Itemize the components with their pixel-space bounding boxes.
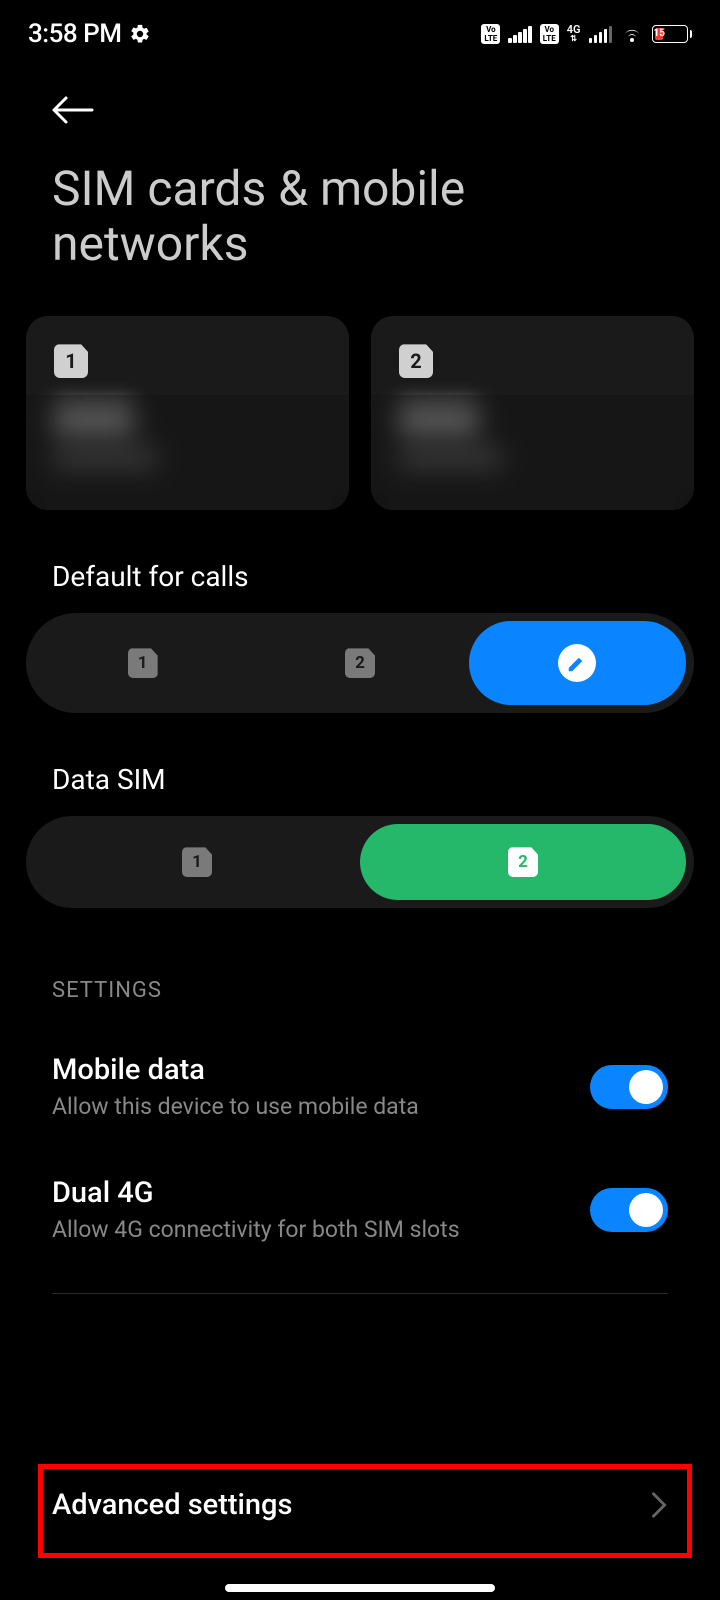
default-calls-sim1[interactable]: 1 (34, 621, 251, 705)
setting-desc: Allow 4G connectivity for both SIM slots (52, 1216, 460, 1243)
sim-cards-row: 1 ████ ████████ 2 ████ ████████ (0, 271, 720, 510)
data-sim1[interactable]: 1 (34, 824, 360, 900)
default-calls-selector: 1 2 (26, 613, 694, 713)
volte-badge-2: VoLTE (540, 24, 559, 44)
battery-indicator: 15 (652, 25, 692, 43)
advanced-settings-row[interactable]: Advanced settings (0, 1440, 720, 1562)
gear-icon (129, 23, 151, 45)
data-sim-label: Data SIM (0, 713, 720, 816)
setting-desc: Allow this device to use mobile data (52, 1093, 419, 1120)
setting-title: Dual 4G (52, 1176, 460, 1210)
arrow-left-icon (50, 95, 94, 125)
wifi-icon (620, 22, 644, 46)
default-calls-ask[interactable] (469, 621, 686, 705)
advanced-settings-label: Advanced settings (52, 1488, 292, 1522)
page-title: SIM cards & mobile networks (0, 149, 720, 271)
sim-chip-icon: 2 (508, 847, 538, 877)
back-button[interactable] (0, 65, 720, 149)
setting-title: Mobile data (52, 1053, 419, 1087)
chevron-right-icon (650, 1491, 668, 1519)
sim-2-chip-icon: 2 (399, 344, 433, 378)
sim-chip-icon: 1 (182, 847, 212, 877)
default-calls-label: Default for calls (0, 510, 720, 613)
network-type-label: 4G⇅ (567, 25, 581, 43)
signal-1-icon (508, 25, 532, 43)
sim-card-2[interactable]: 2 ████ ████████ (371, 316, 694, 510)
dual-4g-toggle[interactable] (590, 1188, 668, 1232)
divider (52, 1293, 668, 1294)
sim-chip-icon: 1 (128, 648, 158, 678)
sim-1-chip-icon: 1 (54, 344, 88, 378)
clock: 3:58 PM (28, 19, 121, 49)
nav-handle[interactable] (225, 1584, 495, 1592)
not-set-icon (558, 644, 596, 682)
sim-chip-icon: 2 (345, 648, 375, 678)
setting-dual-4g[interactable]: Dual 4G Allow 4G connectivity for both S… (0, 1130, 720, 1253)
status-left: 3:58 PM (28, 19, 151, 49)
mobile-data-toggle[interactable] (590, 1065, 668, 1109)
status-right: VoLTE VoLTE 4G⇅ 15 (481, 22, 692, 46)
data-sim2[interactable]: 2 (360, 824, 686, 900)
settings-header: SETTINGS (0, 908, 720, 1023)
volte-badge-1: VoLTE (481, 24, 500, 44)
data-sim-selector: 1 2 (26, 816, 694, 908)
status-bar: 3:58 PM VoLTE VoLTE 4G⇅ 15 (0, 0, 720, 65)
signal-2-icon (589, 25, 613, 43)
default-calls-sim2[interactable]: 2 (251, 621, 468, 705)
sim-card-1[interactable]: 1 ████ ████████ (26, 316, 349, 510)
setting-mobile-data[interactable]: Mobile data Allow this device to use mob… (0, 1023, 720, 1130)
